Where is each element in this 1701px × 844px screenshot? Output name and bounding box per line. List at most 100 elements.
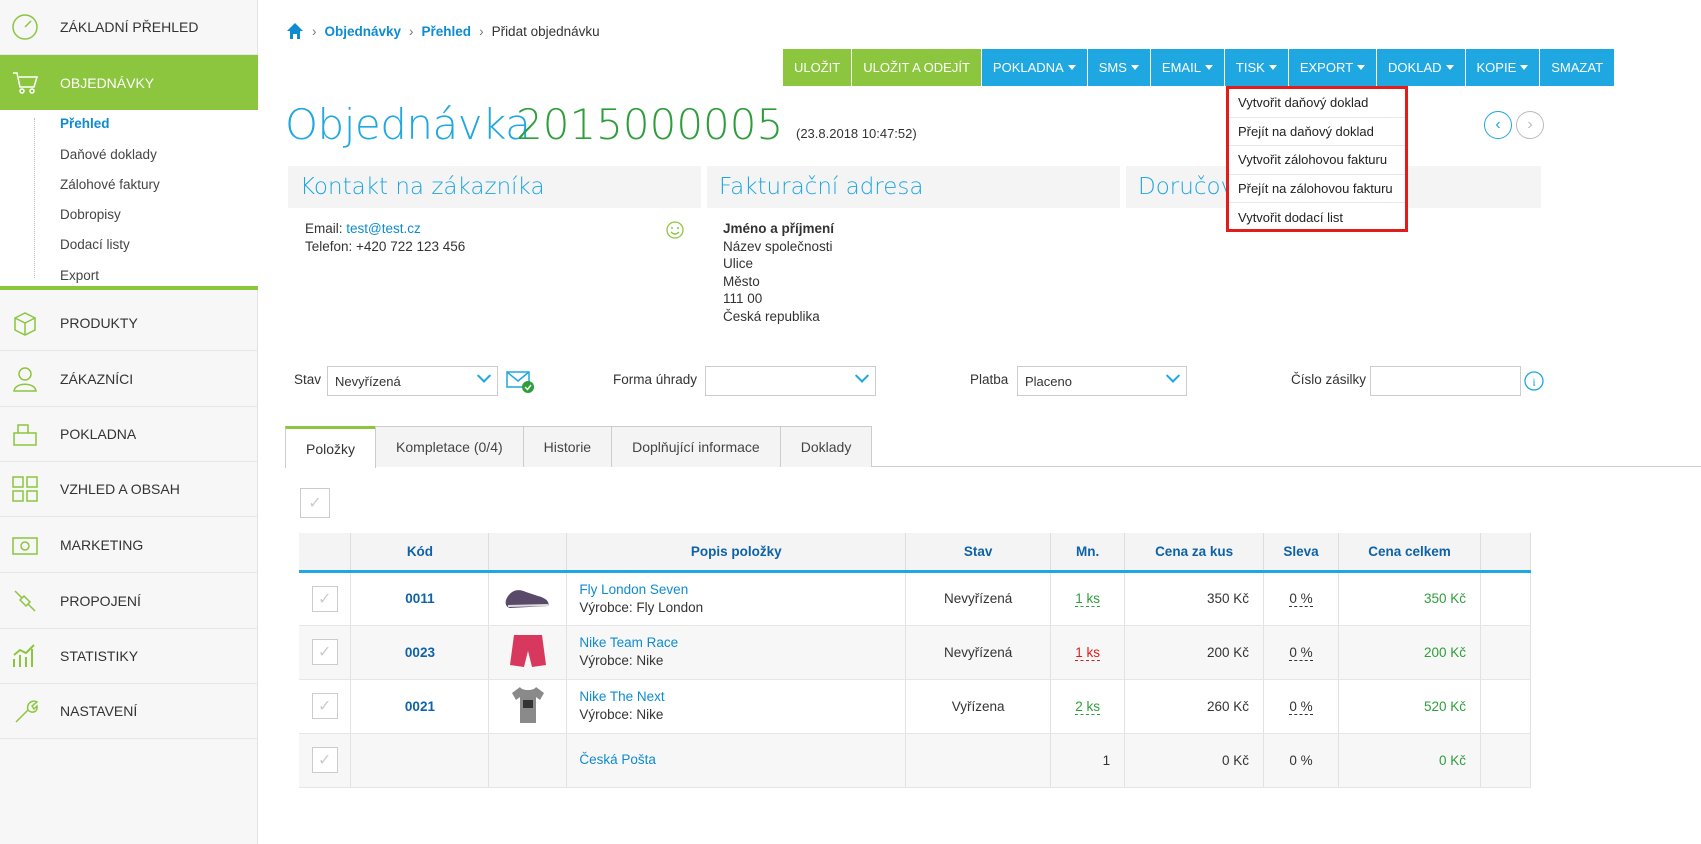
table-row: ✓ 0023 Nike Team Race Výrobce: Nike Nevyř… <box>299 625 1532 680</box>
header-total[interactable]: Cena celkem <box>1338 533 1481 573</box>
mail-check-icon[interactable] <box>506 369 536 395</box>
row-checkbox[interactable]: ✓ <box>311 585 338 612</box>
print-button[interactable]: TISK <box>1224 49 1289 86</box>
status-select[interactable]: Nevyřízená <box>327 366 498 396</box>
contact-panel-title: Kontakt na zákazníka <box>288 166 701 208</box>
chevron-down-icon <box>854 368 870 383</box>
home-icon[interactable] <box>286 22 304 40</box>
nav-products[interactable]: PRODUKTY <box>0 296 258 351</box>
breadcrumb-orders[interactable]: Objednávky <box>325 24 402 39</box>
tab-completion[interactable]: Kompletace (0/4) <box>375 426 524 467</box>
header-unit-price[interactable]: Cena za kus <box>1124 533 1265 573</box>
item-name[interactable]: Fly London Seven <box>579 581 905 599</box>
tracking-number-label: Číslo zásilky <box>1291 372 1367 387</box>
billing-name: Jméno a příjmení <box>723 221 835 236</box>
item-maker: Výrobce: Fly London <box>579 599 704 615</box>
item-name[interactable]: Česká Pošta <box>579 751 905 769</box>
caret-down-icon <box>1445 65 1454 70</box>
item-quantity[interactable]: 1 ks <box>1075 644 1101 661</box>
item-name[interactable]: Nike The Next <box>579 688 905 706</box>
menu-item-create-delivery-note[interactable]: Vytvořit dodací list <box>1229 203 1405 232</box>
subnav-credit-notes[interactable]: Dobropisy <box>60 207 121 222</box>
tab-items[interactable]: Položky <box>285 426 377 468</box>
email-link[interactable]: test@test.cz <box>346 221 420 236</box>
save-and-exit-button[interactable]: ULOŽIT A ODEJÍT <box>852 49 982 86</box>
select-all-checkbox[interactable]: ✓ <box>300 488 330 518</box>
cash-register-icon <box>13 424 37 446</box>
header-checkbox-col <box>299 533 352 573</box>
caret-down-icon <box>1268 65 1277 70</box>
caret-down-icon <box>1520 65 1529 70</box>
sms-button[interactable]: SMS <box>1087 49 1151 86</box>
menu-item-create-tax-doc[interactable]: Vytvořit daňový doklad <box>1229 89 1405 118</box>
header-discount[interactable]: Sleva <box>1263 533 1340 573</box>
item-code[interactable]: 0021 <box>350 679 490 734</box>
nav-pos[interactable]: POKLADNA <box>0 407 258 462</box>
payment-select[interactable]: Placeno <box>1017 366 1187 396</box>
menu-item-goto-advance-invoice[interactable]: Přejít na zálohovou fakturu <box>1229 175 1405 203</box>
nav-design[interactable]: VZHLED A OBSAH <box>0 462 258 517</box>
email-button[interactable]: EMAIL <box>1150 49 1225 86</box>
row-checkbox[interactable]: ✓ <box>311 639 338 665</box>
subnav-advance-invoices[interactable]: Zálohové faktury <box>60 177 160 192</box>
subnav-delivery-notes[interactable]: Dodací listy <box>60 237 130 252</box>
breadcrumb-overview[interactable]: Přehled <box>422 24 472 39</box>
sidebar: ZÁKLADNÍ PŘEHLED OBJEDNÁVKY Přehled Daňo… <box>0 0 258 844</box>
menu-item-create-advance-invoice[interactable]: Vytvořit zálohovou fakturu <box>1229 146 1405 175</box>
document-label: DOKLAD <box>1388 60 1442 75</box>
item-code[interactable]: 0023 <box>350 625 490 680</box>
caret-down-icon <box>1067 65 1076 70</box>
payment-form-select[interactable] <box>705 366 876 396</box>
nav-dashboard[interactable]: ZÁKLADNÍ PŘEHLED <box>0 0 258 55</box>
tab-history[interactable]: Historie <box>522 426 613 467</box>
next-order-button[interactable]: › <box>1516 111 1544 139</box>
billing-panel-title: Fakturační adresa <box>707 166 1120 208</box>
item-discount[interactable]: 0 % <box>1289 644 1313 661</box>
document-button[interactable]: DOKLAD <box>1377 49 1466 86</box>
tab-additional-info[interactable]: Doplňující informace <box>611 426 781 467</box>
nav-settings[interactable]: NASTAVENÍ <box>0 684 258 739</box>
tab-documents[interactable]: Doklady <box>779 426 873 467</box>
header-description[interactable]: Popis položky <box>566 533 907 573</box>
nav-statistics[interactable]: STATISTIKY <box>0 629 258 684</box>
item-discount[interactable]: 0 % <box>1289 698 1313 715</box>
subnav-line <box>34 118 35 278</box>
item-quantity[interactable]: 1 ks <box>1075 591 1101 607</box>
pos-button[interactable]: POKLADNA <box>981 49 1088 86</box>
subnav-tax-docs[interactable]: Daňové doklady <box>60 147 157 162</box>
header-quantity[interactable]: Mn. <box>1050 533 1126 573</box>
item-code[interactable]: 0011 <box>350 571 490 626</box>
caret-down-icon <box>1357 65 1366 70</box>
info-icon[interactable]: i <box>1524 371 1544 391</box>
item-status: Vyřízena <box>905 679 1052 734</box>
nav-customers[interactable]: ZÁKAZNÍCI <box>0 352 258 407</box>
item-name[interactable]: Nike Team Race <box>579 634 905 652</box>
orders-subnav: Přehled Daňové doklady Zálohové faktury … <box>0 110 258 290</box>
delete-button[interactable]: SMAZAT <box>1540 49 1616 86</box>
toolbar: ULOŽIT ULOŽIT A ODEJÍT POKLADNA SMS EMAI… <box>783 49 1616 86</box>
header-code[interactable]: Kód <box>350 533 490 573</box>
item-quantity[interactable]: 2 ks <box>1075 698 1101 715</box>
subnav-export[interactable]: Export <box>60 268 99 283</box>
check-icon: ✓ <box>308 495 322 512</box>
nav-orders[interactable]: OBJEDNÁVKY <box>0 55 258 118</box>
money-icon <box>12 537 38 555</box>
subnav-overview[interactable]: Přehled <box>60 116 110 131</box>
row-checkbox[interactable]: ✓ <box>311 747 338 773</box>
prev-order-button[interactable]: ‹ <box>1484 111 1512 139</box>
export-button[interactable]: EXPORT <box>1288 49 1378 86</box>
row-checkbox[interactable]: ✓ <box>311 693 338 719</box>
nav-marketing[interactable]: MARKETING <box>0 518 258 573</box>
item-status: Nevyřízená <box>905 571 1052 626</box>
item-maker: Výrobce: Nike <box>579 653 664 668</box>
tracking-number-input[interactable] <box>1370 366 1521 396</box>
nav-label: VZHLED A OBSAH <box>60 481 180 497</box>
save-button[interactable]: ULOŽIT <box>783 49 853 86</box>
user-icon <box>13 367 37 392</box>
menu-item-goto-tax-doc[interactable]: Přejít na daňový doklad <box>1229 118 1405 146</box>
header-status[interactable]: Stav <box>905 533 1052 573</box>
item-discount[interactable]: 0 % <box>1289 591 1313 607</box>
smiley-icon[interactable] <box>665 220 685 240</box>
nav-integrations[interactable]: PROPOJENÍ <box>0 574 258 629</box>
copy-button[interactable]: KOPIE <box>1465 49 1541 86</box>
